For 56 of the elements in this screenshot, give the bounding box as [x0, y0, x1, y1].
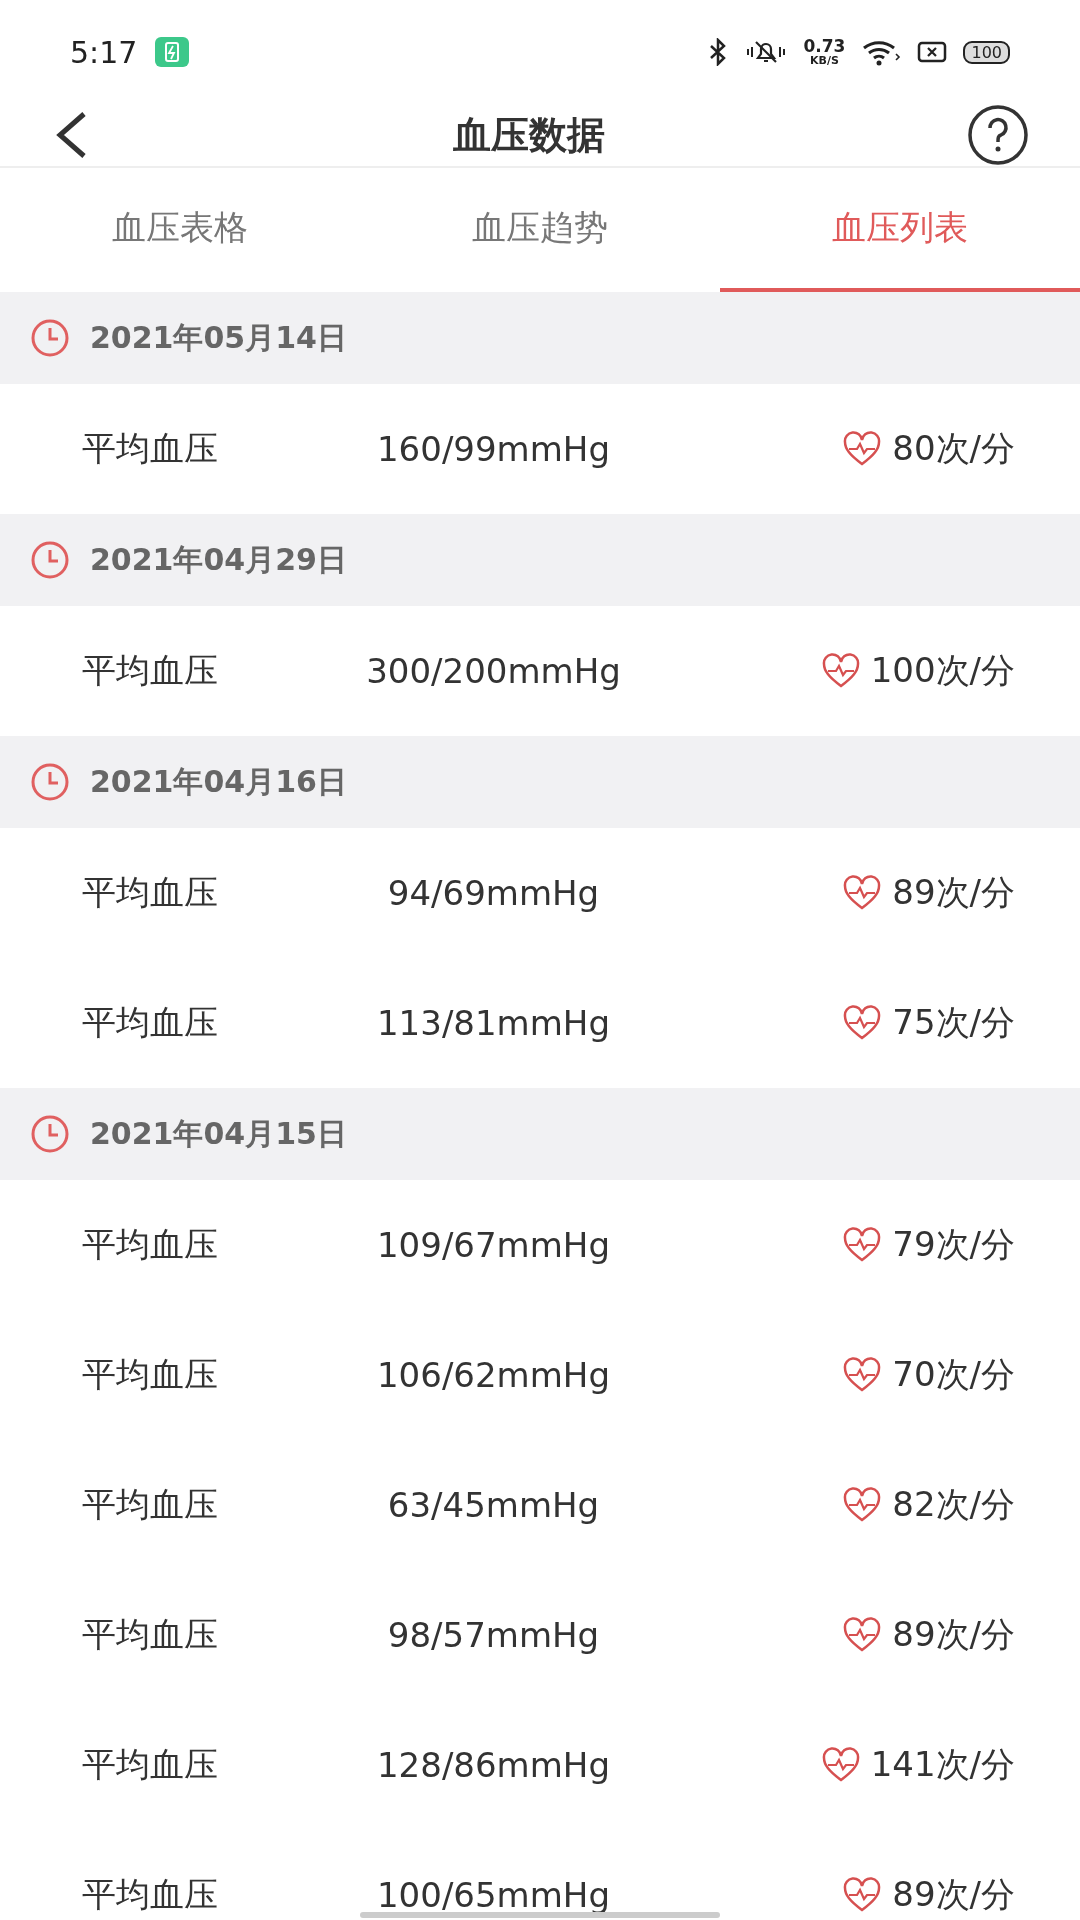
battery-level: 100: [963, 40, 1010, 64]
row-label: 平均血压: [82, 1223, 219, 1266]
heart-rate-value: 75次/分: [892, 1001, 1015, 1044]
blood-pressure-value: 160/99mmHg: [377, 429, 610, 469]
row-label: 平均血压: [82, 1743, 219, 1786]
network-speed-unit: KB/S: [810, 55, 839, 66]
row-label: 平均血压: [82, 1613, 219, 1656]
date-text: 2021年04月29日: [90, 540, 347, 579]
blood-pressure-value: 128/86mmHg: [377, 1745, 610, 1785]
heart-rate-value: 89次/分: [892, 1613, 1015, 1656]
sim-card-icon: [917, 41, 948, 63]
page-title: 血压数据: [453, 111, 605, 159]
heart-rate-value: 100次/分: [870, 649, 1015, 692]
heart-pulse-icon: [820, 1747, 861, 1783]
heart-pulse-icon: [842, 1357, 883, 1393]
heart-pulse-icon: [820, 653, 861, 689]
row-label: 平均血压: [82, 427, 219, 470]
heart-rate-value: 141次/分: [870, 1743, 1015, 1786]
status-time: 5:17: [70, 34, 138, 70]
row-label: 平均血压: [82, 1001, 219, 1044]
heart-rate-value: 80次/分: [892, 427, 1015, 470]
blood-pressure-value: 113/81mmHg: [377, 1003, 610, 1043]
battery-charging-icon: [155, 37, 190, 67]
blood-pressure-value: 100/65mmHg: [377, 1875, 610, 1915]
blood-pressure-value: 94/69mmHg: [387, 873, 600, 913]
blood-pressure-value: 300/200mmHg: [366, 651, 621, 691]
row-label: 平均血压: [82, 871, 219, 914]
date-text: 2021年04月16日: [90, 762, 347, 801]
heart-pulse-icon: [842, 1617, 883, 1653]
heart-pulse-icon: [842, 1487, 883, 1523]
clock-icon: [30, 540, 70, 580]
clock-icon: [30, 762, 70, 802]
row-label: 平均血压: [82, 1873, 219, 1916]
heart-pulse-icon: [842, 1227, 883, 1263]
blood-pressure-value: 109/67mmHg: [377, 1225, 610, 1265]
blood-pressure-value: 98/57mmHg: [387, 1615, 600, 1655]
heart-rate-value: 79次/分: [892, 1223, 1015, 1266]
clock-icon: [30, 1114, 70, 1154]
heart-pulse-icon: [842, 875, 883, 911]
heart-rate-value: 89次/分: [892, 871, 1015, 914]
network-speed: 0.73: [803, 38, 846, 55]
heart-pulse-icon: [842, 1877, 883, 1913]
heart-rate-value: 82次/分: [892, 1483, 1015, 1526]
clock-icon: [30, 318, 70, 358]
date-text: 2021年05月14日: [90, 318, 347, 357]
heart-pulse-icon: [842, 1005, 883, 1041]
blood-pressure-value: 106/62mmHg: [377, 1355, 610, 1395]
help-icon[interactable]: [966, 103, 1030, 167]
wifi-icon: [861, 38, 902, 66]
heart-rate-value: 89次/分: [892, 1873, 1015, 1916]
row-label: 平均血压: [82, 1483, 219, 1526]
row-label: 平均血压: [82, 1353, 219, 1396]
heart-rate-value: 70次/分: [892, 1353, 1015, 1396]
date-text: 2021年04月15日: [90, 1114, 347, 1153]
blood-pressure-value: 63/45mmHg: [387, 1485, 600, 1525]
heart-pulse-icon: [842, 431, 883, 467]
